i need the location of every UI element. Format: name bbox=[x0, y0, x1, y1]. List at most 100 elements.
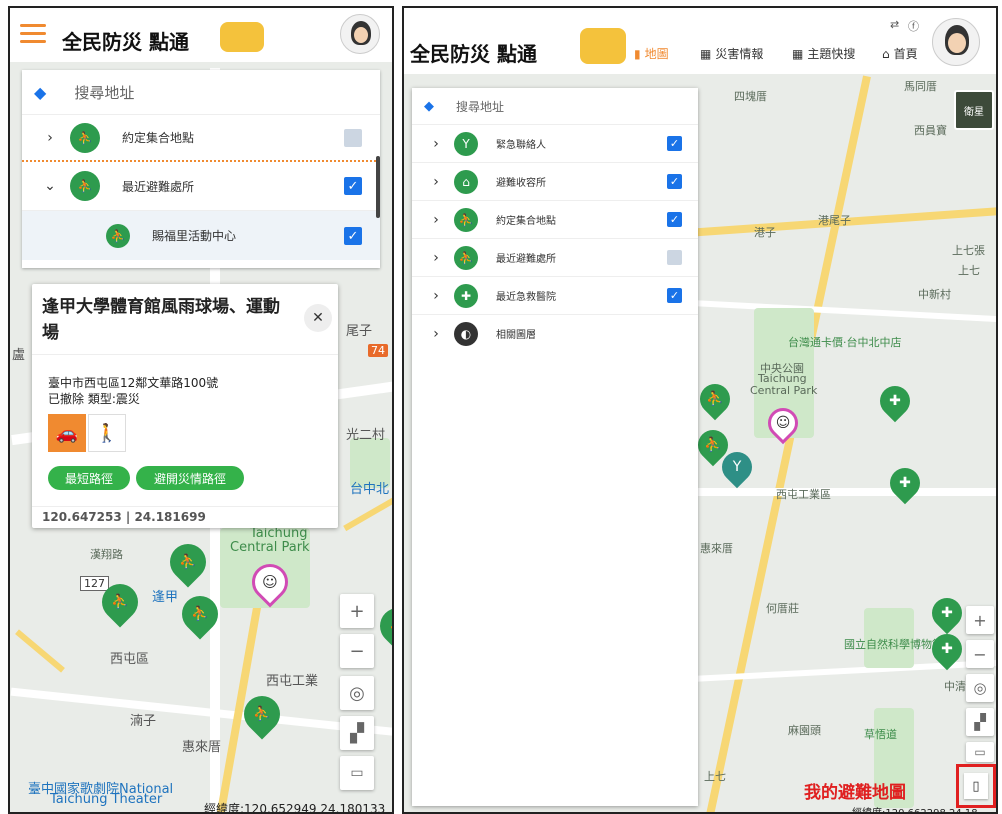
map-label: 何厝莊 bbox=[766, 602, 799, 615]
share-icon[interactable]: ⇄ bbox=[890, 18, 899, 31]
walk-mode-icon[interactable]: 🚶 bbox=[88, 414, 126, 452]
map-label: 惠來厝 bbox=[182, 740, 222, 755]
layer-row[interactable]: › ⌂ 避難收容所 ✓ bbox=[412, 162, 698, 200]
map-label: 漢翔路 bbox=[90, 548, 123, 561]
layers-icon: ◆ bbox=[424, 98, 434, 114]
layers-icon: ◆ bbox=[34, 82, 47, 102]
layer-panel: ◆ 搜尋地址 › ⛹ 約定集合地點 ⌄ ⛹ 最近避難處所 ✓ ⛹ 賜福里活動中心… bbox=[22, 70, 380, 268]
chevron-right-icon[interactable]: › bbox=[42, 130, 58, 146]
sublayer-checkbox[interactable]: ✓ bbox=[344, 227, 362, 245]
nav-label: 災害情報 bbox=[715, 47, 764, 61]
layer-label: 避難收容所 bbox=[496, 178, 546, 189]
nav-map[interactable]: ▮ 地圖 bbox=[634, 45, 669, 62]
zoom-out-button[interactable]: − bbox=[966, 640, 994, 668]
avoid-disaster-route-button[interactable]: 避開災情路徑 bbox=[136, 466, 244, 490]
card-coords: 120.647253 | 24.181699 bbox=[42, 510, 206, 524]
locate-icon[interactable]: ◎ bbox=[340, 676, 374, 710]
map-label: 國立自然科學博物館 bbox=[844, 638, 943, 651]
layer-checkbox[interactable]: ✓ bbox=[344, 177, 362, 195]
layer-label: 約定集合地點 bbox=[496, 216, 556, 227]
shelter-marker[interactable]: ⛹ bbox=[693, 377, 737, 421]
nav-home[interactable]: ⌂ 首頁 bbox=[882, 45, 918, 62]
user-avatar[interactable] bbox=[340, 14, 380, 54]
app-logo[interactable]: 全民防災 點通 bbox=[410, 38, 537, 67]
search-label: 搜尋地址 bbox=[456, 99, 505, 114]
hamburger-menu-icon[interactable] bbox=[20, 24, 46, 44]
shelter-marker[interactable]: ⛹ bbox=[372, 600, 392, 652]
layer-row[interactable]: › ◐ 相關圖層 bbox=[412, 314, 698, 352]
my-evac-map-button[interactable]: ▯ bbox=[956, 764, 996, 808]
sublayer-label: 賜福里活動中心 bbox=[152, 229, 237, 243]
layer-checkbox[interactable]: ✓ bbox=[667, 174, 682, 189]
chevron-right-icon[interactable]: › bbox=[428, 174, 444, 190]
search-row[interactable]: ◆ 搜尋地址 bbox=[22, 70, 380, 114]
zoom-in-button[interactable]: + bbox=[340, 594, 374, 628]
map-label: 光二村 bbox=[346, 428, 386, 443]
hospital-marker[interactable]: ✚ bbox=[883, 461, 927, 505]
nav-topic-search[interactable]: ▦ 主題快搜 bbox=[792, 45, 855, 62]
sublayer-row[interactable]: ⛹ 賜福里活動中心 ✓ bbox=[22, 210, 380, 260]
hospital-icon: ✚ bbox=[454, 283, 478, 308]
layer-panel: ◆ 搜尋地址 › Y 緊急聯絡人 ✓ › ⌂ 避難收容所 ✓ › ⛹ 約定集合地… bbox=[412, 88, 698, 806]
nav-label: 首頁 bbox=[893, 47, 918, 61]
route-shield: 74 bbox=[368, 344, 388, 357]
user-avatar[interactable] bbox=[932, 18, 980, 66]
chevron-right-icon[interactable]: › bbox=[428, 136, 444, 152]
route-shield: 127 bbox=[80, 576, 109, 591]
search-row[interactable]: ◆ 搜尋地址 bbox=[412, 88, 698, 124]
emergency-contact-icon: Y bbox=[454, 131, 478, 156]
shelter-icon: ⛹ bbox=[106, 223, 130, 248]
layers-map-icon[interactable]: ▞ bbox=[340, 716, 374, 750]
map-label: 逢甲 bbox=[152, 590, 179, 605]
zoom-in-button[interactable]: + bbox=[966, 606, 994, 634]
car-mode-icon[interactable]: 🚗 bbox=[48, 414, 86, 452]
left-phone-screen: Taichung Central Park 逢甲 西屯區 西屯工業 湳子 惠來厝… bbox=[8, 6, 394, 814]
map-label: Taichung Theater bbox=[50, 792, 163, 807]
app-logo[interactable]: 全民防災 點通 bbox=[62, 26, 189, 55]
shelter-marker[interactable]: ⛹ bbox=[162, 536, 214, 588]
layer-row[interactable]: › ✚ 最近急救醫院 ✓ bbox=[412, 276, 698, 314]
close-icon[interactable]: ✕ bbox=[304, 304, 332, 332]
locate-icon[interactable]: ◎ bbox=[966, 674, 994, 702]
map-label: 麻園頭 bbox=[788, 724, 821, 737]
shelter-icon: ⛹ bbox=[454, 245, 478, 270]
layer-checkbox[interactable]: ✓ bbox=[667, 212, 682, 227]
facebook-icon[interactable]: ⓕ bbox=[908, 18, 919, 34]
chevron-right-icon[interactable]: › bbox=[428, 326, 444, 342]
footer-coords: 經緯度:120.662298 24.18 bbox=[852, 804, 978, 812]
layer-row[interactable]: › ⛹ 最近避難處所 bbox=[412, 238, 698, 276]
layer-label: 最近避難處所 bbox=[122, 179, 195, 194]
layer-checkbox[interactable]: ✓ bbox=[667, 136, 682, 151]
zoom-out-button[interactable]: − bbox=[340, 634, 374, 668]
scrollbar[interactable] bbox=[376, 156, 380, 218]
layer-row[interactable]: › ⛹ 約定集合地點 bbox=[22, 114, 380, 160]
layer-checkbox[interactable] bbox=[344, 129, 362, 147]
ruler-icon[interactable]: ▭ bbox=[340, 756, 374, 790]
chevron-right-icon[interactable]: › bbox=[428, 288, 444, 304]
logo-mascot-icon bbox=[580, 28, 626, 64]
hospital-marker[interactable]: ✚ bbox=[873, 379, 917, 423]
nav-label: 主題快搜 bbox=[807, 47, 856, 61]
hospital-marker[interactable]: ✚ bbox=[925, 591, 969, 635]
map-label: 尾子 bbox=[346, 324, 373, 339]
app-header: 全民防災 點通 bbox=[10, 8, 392, 62]
layer-row[interactable]: › Y 緊急聯絡人 ✓ bbox=[412, 124, 698, 162]
shortest-route-button[interactable]: 最短路徑 bbox=[48, 466, 130, 490]
map-label: 草悟道 bbox=[864, 728, 897, 741]
card-title: 逢甲大學體育館風雨球場、運動場 bbox=[42, 297, 280, 343]
layer-row[interactable]: › ⛹ 約定集合地點 ✓ bbox=[412, 200, 698, 238]
satellite-toggle[interactable]: 衛星 bbox=[954, 90, 994, 130]
map-label: 西屯區 bbox=[110, 652, 150, 667]
chevron-right-icon[interactable]: › bbox=[428, 250, 444, 266]
nav-disaster-info[interactable]: ▦ 災害情報 bbox=[700, 45, 763, 62]
layers-map-icon[interactable]: ▞ bbox=[966, 708, 994, 736]
layer-checkbox[interactable]: ✓ bbox=[667, 288, 682, 303]
assembly-point-icon: ⛹ bbox=[454, 207, 478, 232]
chevron-right-icon[interactable]: › bbox=[428, 212, 444, 228]
card-address: 臺中市西屯區12鄰文華路100號 bbox=[48, 376, 219, 390]
ruler-icon[interactable]: ▭ bbox=[966, 742, 994, 762]
layer-row[interactable]: ⌄ ⛹ 最近避難處所 ✓ bbox=[22, 162, 380, 210]
chevron-down-icon[interactable]: ⌄ bbox=[42, 178, 58, 194]
layer-checkbox[interactable] bbox=[667, 250, 682, 265]
map-label: 湳子 bbox=[130, 714, 157, 729]
